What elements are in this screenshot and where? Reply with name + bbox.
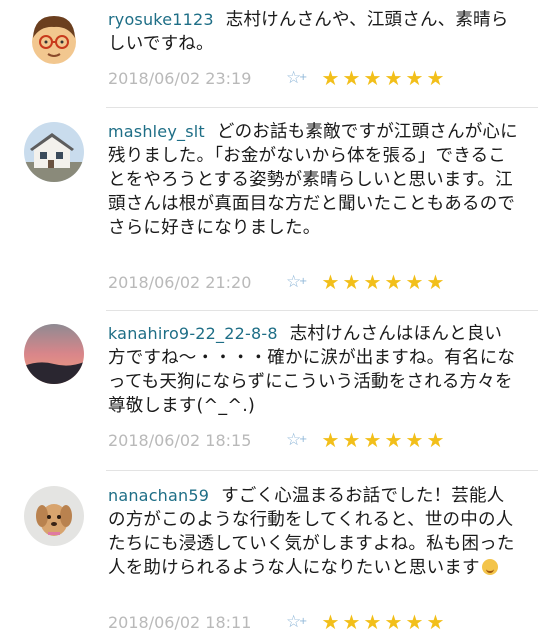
comment-meta: 2018/06/02 23:19 ☆ + ★ ★ ★ ★ ★ ★ (108, 66, 446, 90)
star-icon: ★ (405, 428, 424, 452)
rating-stars: ★ ★ ★ ★ ★ ★ (320, 428, 446, 452)
star-plus-icon[interactable]: ☆ + (286, 612, 314, 632)
star-plus-icon[interactable]: ☆ + (286, 430, 314, 450)
rating-stars: ★ ★ ★ ★ ★ ★ (320, 270, 446, 294)
star-icon: ★ (363, 66, 382, 90)
star-plus-icon[interactable]: ☆ + (286, 272, 314, 292)
avatar[interactable] (24, 486, 84, 546)
star-icon: ★ (426, 428, 445, 452)
comment-text: mashley_slt どのお話も素敵ですが江頭さんが心に残りました。「お金がない… (108, 120, 518, 240)
star-icon: ★ (384, 428, 403, 452)
rating-stars: ★ ★ ★ ★ ★ ★ (320, 610, 446, 634)
star-icon: ★ (405, 610, 424, 634)
comment-meta: 2018/06/02 18:11 ☆ + ★ ★ ★ ★ ★ ★ (108, 610, 446, 634)
username-link[interactable]: ryosuke1123 (108, 10, 214, 29)
username-link[interactable]: kanahiro9-22_22-8-8 (108, 324, 278, 343)
star-plus-icon[interactable]: ☆ + (286, 68, 314, 88)
username-link[interactable]: nanachan59 (108, 486, 209, 505)
star-icon: ★ (384, 270, 403, 294)
star-icon: ★ (363, 610, 382, 634)
star-icon: ★ (342, 428, 361, 452)
star-icon: ★ (321, 66, 340, 90)
star-icon: ★ (342, 66, 361, 90)
star-icon: ★ (426, 270, 445, 294)
comment-date: 2018/06/02 23:19 (108, 68, 252, 88)
comment-date: 2018/06/02 18:11 (108, 612, 252, 632)
comment-meta: 2018/06/02 21:20 ☆ + ★ ★ ★ ★ ★ ★ (108, 270, 446, 294)
star-icon: ★ (363, 428, 382, 452)
avatar[interactable] (24, 324, 84, 384)
star-icon: ★ (321, 428, 340, 452)
avatar[interactable] (24, 10, 84, 70)
star-icon: ★ (342, 270, 361, 294)
star-icon: ★ (384, 610, 403, 634)
comment-meta: 2018/06/02 18:15 ☆ + ★ ★ ★ ★ ★ ★ (108, 428, 446, 452)
star-icon: ★ (363, 270, 382, 294)
star-icon: ★ (321, 270, 340, 294)
comment-text: kanahiro9-22_22-8-8 志村けんさんはほんと良い方ですね〜・・・・… (108, 322, 518, 418)
smiling-face-icon (481, 559, 498, 575)
divider (106, 470, 538, 471)
star-icon: ★ (384, 66, 403, 90)
star-icon: ★ (426, 610, 445, 634)
star-icon: ★ (405, 66, 424, 90)
rating-stars: ★ ★ ★ ★ ★ ★ (320, 66, 446, 90)
star-icon: ★ (426, 66, 445, 90)
divider (106, 310, 538, 311)
comment-date: 2018/06/02 21:20 (108, 272, 252, 292)
divider (106, 107, 538, 108)
star-icon: ★ (321, 610, 340, 634)
comment-text: ryosuke1123 志村けんさんや、江頭さん、素晴らしいですね。 (108, 8, 518, 56)
avatar[interactable] (24, 122, 84, 182)
star-icon: ★ (342, 610, 361, 634)
comment-date: 2018/06/02 18:15 (108, 430, 252, 450)
comment-text: nanachan59 すごく心温まるお話でした！芸能人の方がこのような行動をしてく… (108, 484, 518, 580)
star-icon: ★ (405, 270, 424, 294)
username-link[interactable]: mashley_slt (108, 122, 205, 141)
